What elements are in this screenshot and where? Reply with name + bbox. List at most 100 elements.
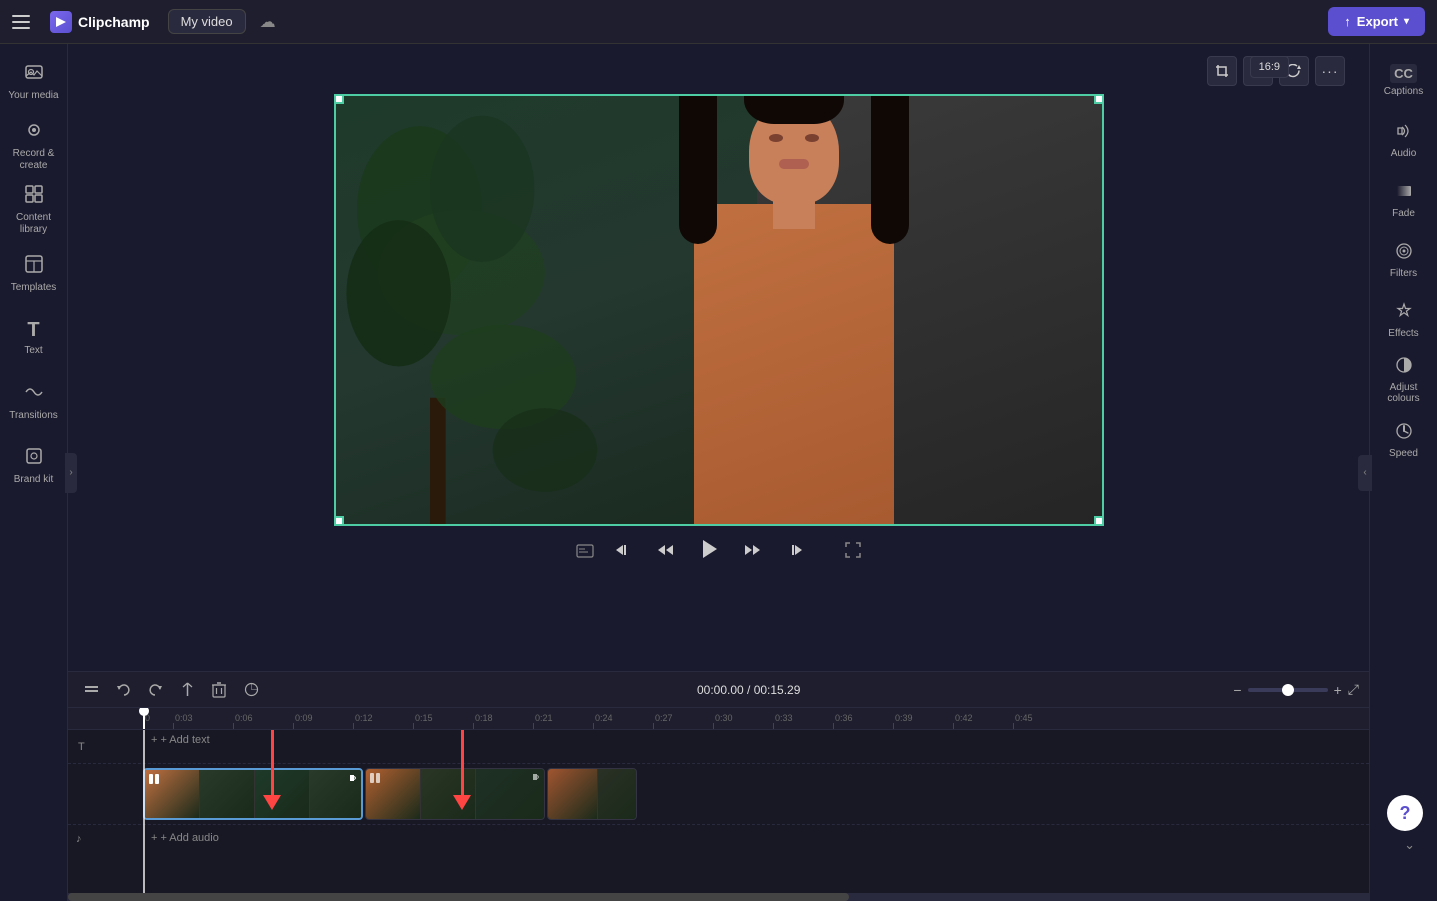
audio-track-content: + + Add audio [143,828,1369,848]
text-icon: T [27,319,39,342]
clip-2-frames [366,769,544,819]
sidebar-expand-handle[interactable]: › [65,453,77,493]
text-track-icon: T [78,741,85,753]
play-pause-button[interactable] [694,534,724,570]
ruler-playhead [143,708,145,729]
more-tools-button[interactable]: ··· [1315,56,1345,86]
aspect-ratio-area: 16:9 [1250,56,1289,78]
rewind-button[interactable] [652,537,678,568]
add-audio-button[interactable]: + + Add audio [143,828,1369,848]
chevron-down-icon: ⌄ [1404,837,1415,852]
auto-arrange-button[interactable] [78,677,104,703]
export-button[interactable]: ↑ Export ▾ [1328,7,1425,36]
zoom-slider[interactable] [1248,688,1328,692]
record-icon [24,120,44,145]
right-sidebar-label-speed: Speed [1389,448,1418,459]
redo-button[interactable] [142,677,168,703]
ellipsis-icon: ··· [1322,63,1339,79]
export-chevron-icon: ▾ [1404,16,1409,27]
timeline-ruler: 0 0:03 0:06 0:09 0:12 0:15 0:18 0:21 0:2… [68,708,1369,730]
clip-3-frames [548,769,636,819]
topbar: Clipchamp My video ☁ ↑ Export ▾ [0,0,1437,44]
timeline-zoom-area: − + [1233,682,1341,698]
sidebar-item-record-create[interactable]: Record & create [4,116,64,176]
resize-handle-tr[interactable] [1094,94,1104,104]
center-area: ··· [68,44,1369,901]
aspect-ratio-button[interactable]: 16:9 [1250,56,1289,78]
sidebar-item-brand-kit[interactable]: Brand kit [4,436,64,496]
timeline-scrollbar[interactable] [68,893,1369,901]
speed-icon [1395,422,1413,445]
effects-icon [1395,302,1413,325]
right-sidebar-collapse[interactable]: ‹ [1358,455,1372,491]
right-sidebar-item-fade[interactable]: Fade [1374,172,1434,228]
main-area: Your media Record & create Content libra… [0,44,1437,901]
add-text-icon: + [151,734,157,746]
help-button[interactable]: ? [1387,795,1423,831]
right-sidebar-label-adjust-colours: Adjust colours [1374,382,1434,404]
video-clip-3[interactable] [547,768,637,820]
subtitle-toggle-button[interactable] [576,544,594,561]
sidebar-item-text[interactable]: T Text [4,308,64,368]
right-sidebar-item-audio[interactable]: Audio [1374,112,1434,168]
sidebar-item-templates[interactable]: Templates [4,244,64,304]
sidebar-label-brand-kit: Brand kit [14,474,53,486]
scrollbar-thumb[interactable] [68,893,849,901]
left-sidebar: Your media Record & create Content libra… [0,44,68,901]
undo-button[interactable] [110,677,136,703]
right-sidebar-item-adjust-colours[interactable]: Adjust colours [1374,352,1434,408]
sidebar-item-content-library[interactable]: Content library [4,180,64,240]
video-canvas [334,94,1104,526]
crop-tool-button[interactable] [1207,56,1237,86]
resize-handle-br[interactable] [1094,516,1104,526]
right-sidebar-label-effects: Effects [1388,328,1418,339]
sticker-button[interactable] [238,677,264,703]
sidebar-label-transitions: Transitions [9,410,58,422]
fade-icon [1395,182,1413,205]
transitions-icon [24,382,44,407]
video-frame [336,96,1102,524]
timeline-expand-button[interactable]: ⤢ [1348,681,1359,698]
project-name[interactable]: My video [168,9,246,34]
sidebar-label-record: Record & create [13,148,55,172]
video-clip-2[interactable] [365,768,545,820]
menu-icon[interactable] [12,8,40,36]
panel-expand-down[interactable]: ⌄ [1404,837,1415,853]
skip-forward-button[interactable] [782,537,808,568]
right-sidebar-item-speed[interactable]: Speed [1374,412,1434,468]
zoom-in-button[interactable]: + [1334,682,1342,698]
text-track-content: + + Add text [143,730,1369,763]
delete-button[interactable] [206,677,232,703]
cloud-icon[interactable]: ☁ [260,12,276,32]
sidebar-label-content-library: Content library [4,212,64,236]
video-clip-1[interactable] [143,768,363,820]
split-button[interactable] [174,677,200,703]
right-sidebar-item-filters[interactable]: Filters [1374,232,1434,288]
fullscreen-button[interactable] [844,541,862,564]
zoom-out-button[interactable]: − [1233,682,1241,698]
right-sidebar: ‹ CC Captions Audio Fade Filt [1369,44,1437,901]
clip-1-frames [145,770,361,818]
zoom-thumb [1282,684,1294,696]
sidebar-item-your-media[interactable]: Your media [4,52,64,112]
skip-back-button[interactable] [610,537,636,568]
app-name: Clipchamp [78,14,150,30]
logo-area: Clipchamp [50,11,150,33]
person-hair-right [871,96,909,244]
right-sidebar-item-effects[interactable]: Effects [1374,292,1434,348]
video-preview-area: ··· [68,44,1369,671]
templates-icon [24,254,44,279]
clip-1-pause-icon [147,772,161,789]
plants-area [336,96,681,524]
right-sidebar-item-captions[interactable]: CC Captions [1374,52,1434,108]
audio-track-row: ♪ + + Add audio [68,824,1369,850]
preview-top-bar: ··· [84,56,1353,86]
tracks-area: T + + Add text [68,730,1369,893]
question-mark-icon: ? [1400,803,1411,824]
sidebar-label-your-media: Your media [8,90,58,102]
music-icon: ♪ [76,833,82,845]
sidebar-item-transitions[interactable]: Transitions [4,372,64,432]
forward-button[interactable] [740,537,766,568]
add-text-button[interactable]: + + Add text [143,730,1369,750]
person-body [694,204,894,524]
